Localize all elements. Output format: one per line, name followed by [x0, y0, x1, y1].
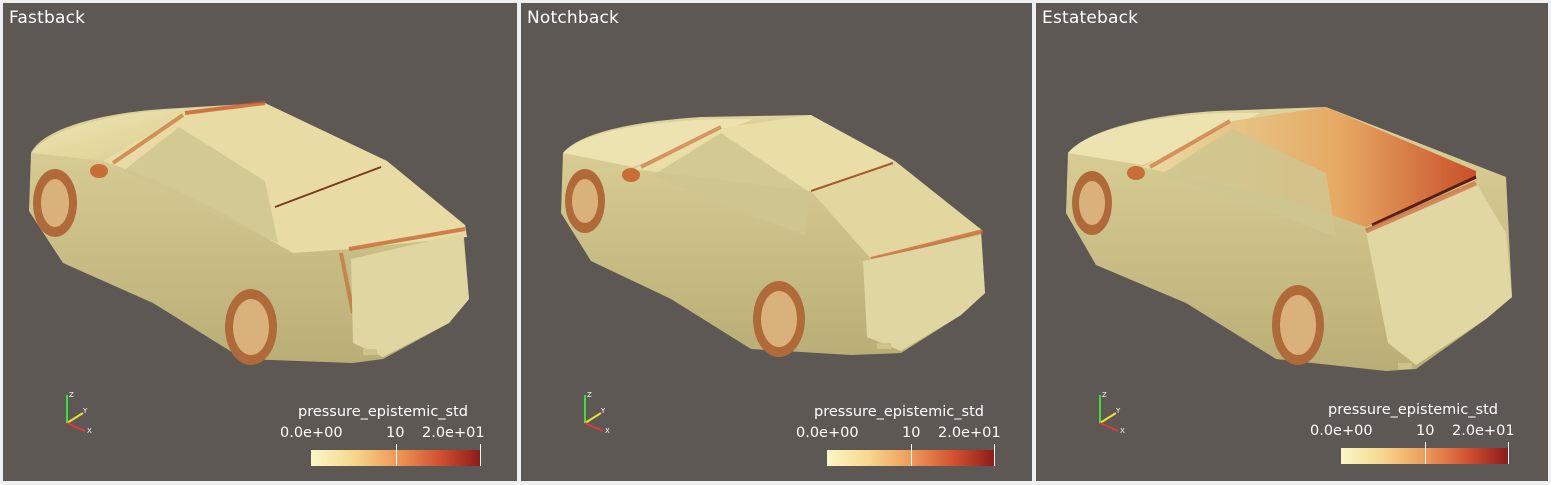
legend-max-label: 2.0e+01	[1452, 423, 1515, 439]
axis-x-label: X	[87, 427, 92, 435]
legend-mid-label: 10	[902, 425, 921, 441]
orientation-axes: Z Y X	[1099, 391, 1125, 435]
axis-x-label: X	[605, 427, 610, 435]
legend-title: pressure_epistemic_std	[813, 404, 984, 420]
axis-y-label: Y	[82, 407, 88, 415]
render-view-notchback[interactable]: Notchback Z Y X pressure_epistemic_std 0…	[521, 3, 1032, 481]
render-view-fastback[interactable]: Fastback Z Y X pressure_epistemic_std 0.…	[3, 3, 517, 481]
color-legend: pressure_epistemic_std 0.0e+00 10 2.0e+0…	[1308, 402, 1518, 476]
legend-title: pressure_epistemic_std	[297, 404, 468, 420]
axis-z-label: Z	[1102, 391, 1107, 399]
legend-min-label: 0.0e+00	[1310, 423, 1373, 439]
legend-max-label: 2.0e+01	[422, 425, 485, 441]
colorbar-max-tick	[480, 444, 481, 466]
axis-y-label: Y	[600, 407, 606, 415]
legend-mid-label: 10	[386, 425, 405, 441]
color-legend: pressure_epistemic_std 0.0e+00 10 2.0e+0…	[794, 404, 1004, 478]
colorbar-mid-tick	[1425, 442, 1426, 464]
legend-min-label: 0.0e+00	[796, 425, 859, 441]
axis-x-label: X	[1120, 427, 1125, 435]
axis-y-label: Y	[1115, 407, 1121, 415]
orientation-axes: Z Y X	[584, 391, 610, 435]
axis-z-label: Z	[587, 391, 592, 399]
colorbar-mid-tick	[396, 444, 397, 466]
render-view-estateback[interactable]: Estateback Z Y X pressure_epistemic_std …	[1036, 3, 1548, 481]
legend-min-label: 0.0e+00	[280, 425, 343, 441]
colorbar-mid-tick	[911, 444, 912, 466]
legend-title: pressure_epistemic_std	[1327, 402, 1498, 418]
legend-max-label: 2.0e+01	[938, 425, 1001, 441]
axis-z-label: Z	[69, 391, 74, 399]
colorbar-max-tick	[994, 444, 995, 466]
orientation-axes: Z Y X	[66, 391, 92, 435]
legend-mid-label: 10	[1416, 423, 1435, 439]
color-legend: pressure_epistemic_std 0.0e+00 10 2.0e+0…	[278, 404, 488, 478]
colorbar-max-tick	[1508, 442, 1509, 464]
